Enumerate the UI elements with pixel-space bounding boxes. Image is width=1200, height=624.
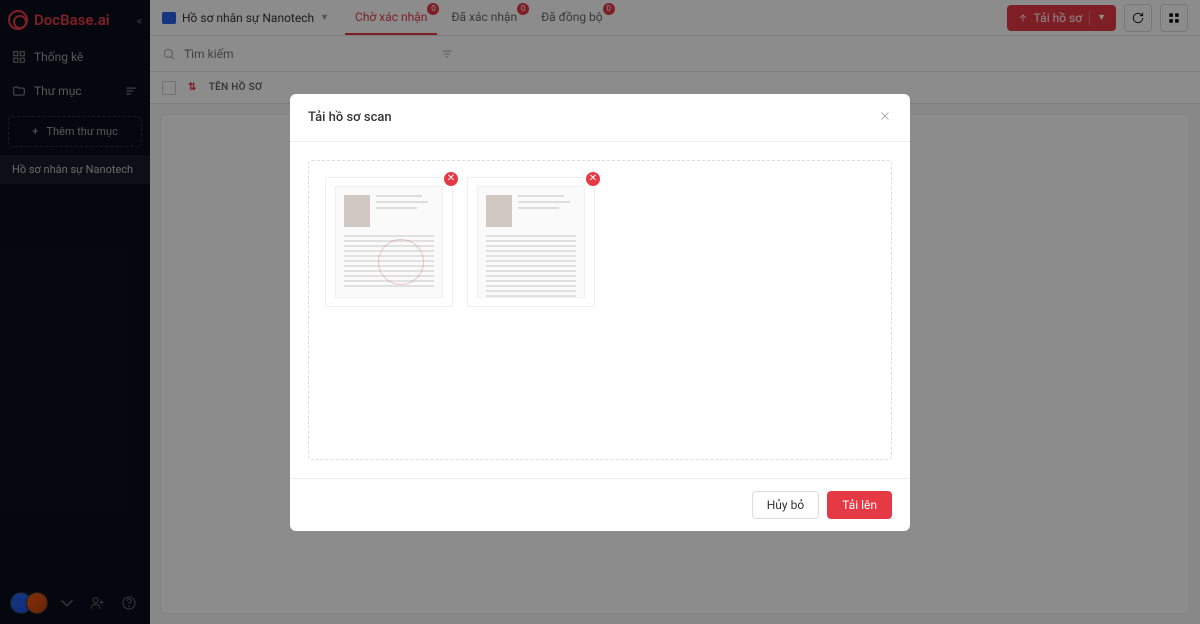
document-preview xyxy=(477,186,585,298)
close-icon xyxy=(878,109,892,123)
modal-title: Tải hồ sơ scan xyxy=(308,110,392,125)
modal-footer: Hủy bỏ Tải lên xyxy=(290,478,910,531)
file-thumbnail[interactable]: ✕ xyxy=(325,177,453,307)
remove-file-button[interactable]: ✕ xyxy=(585,171,601,187)
remove-file-button[interactable]: ✕ xyxy=(443,171,459,187)
modal-close-button[interactable] xyxy=(878,108,892,127)
upload-modal: Tải hồ sơ scan ✕ ✕ xyxy=(290,94,910,531)
cancel-button[interactable]: Hủy bỏ xyxy=(752,491,819,519)
modal-body: ✕ ✕ xyxy=(290,142,910,478)
modal-header: Tải hồ sơ scan xyxy=(290,94,910,142)
modal-overlay[interactable]: Tải hồ sơ scan ✕ ✕ xyxy=(0,0,1200,624)
confirm-label: Tải lên xyxy=(842,498,877,512)
dropzone[interactable]: ✕ ✕ xyxy=(308,160,892,460)
document-preview xyxy=(335,186,443,298)
file-thumbnail[interactable]: ✕ xyxy=(467,177,595,307)
confirm-upload-button[interactable]: Tải lên xyxy=(827,491,892,519)
cancel-label: Hủy bỏ xyxy=(767,498,804,512)
